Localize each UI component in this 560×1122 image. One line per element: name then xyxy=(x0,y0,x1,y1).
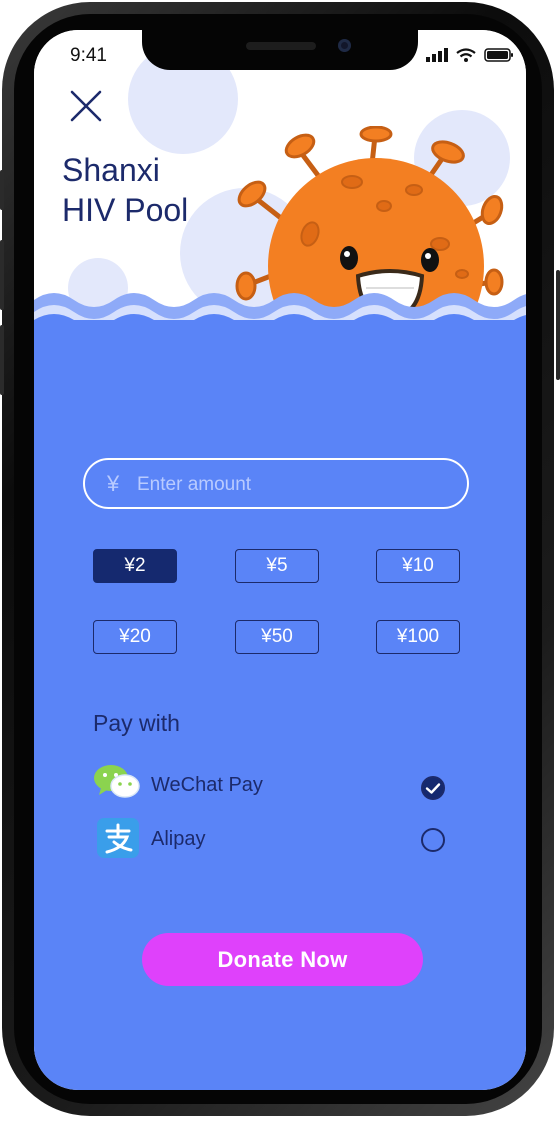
status-time: 9:41 xyxy=(70,45,107,66)
volume-up-button xyxy=(0,240,4,310)
phone-mockup: Shanxi HIV Pool ¥ Enter amount ¥2 ¥5 ¥10… xyxy=(0,0,560,1122)
header-area: Shanxi HIV Pool xyxy=(34,30,526,350)
front-camera xyxy=(338,39,351,52)
amount-option-5[interactable]: ¥5 xyxy=(235,549,319,583)
alipay-label: Alipay xyxy=(151,828,206,850)
amount-input[interactable] xyxy=(135,468,449,502)
donate-now-button[interactable]: Donate Now xyxy=(142,933,423,986)
notch xyxy=(142,30,418,70)
amount-option-50[interactable]: ¥50 xyxy=(235,620,319,654)
wechat-pay-label: WeChat Pay xyxy=(151,774,263,796)
title-line-2: HIV Pool xyxy=(62,192,189,228)
volume-down-button xyxy=(0,325,4,395)
wechat-icon xyxy=(94,765,140,798)
alipay-radio[interactable] xyxy=(421,828,445,852)
speaker-grille xyxy=(246,42,316,50)
amount-option-2[interactable]: ¥2 xyxy=(93,549,177,583)
amount-option-100[interactable]: ¥100 xyxy=(376,620,460,654)
status-icons xyxy=(426,48,514,62)
payment-option-alipay[interactable]: Alipay xyxy=(93,818,453,862)
currency-symbol: ¥ xyxy=(107,471,120,496)
alipay-icon xyxy=(97,818,139,858)
close-icon[interactable] xyxy=(68,88,104,124)
battery-icon xyxy=(484,48,513,62)
pay-with-heading: Pay with xyxy=(93,710,180,736)
amount-option-20[interactable]: ¥20 xyxy=(93,620,177,654)
cellular-signal-icon xyxy=(426,48,448,62)
payment-option-wechat[interactable]: WeChat Pay xyxy=(93,764,453,808)
power-button xyxy=(556,270,560,380)
amount-option-10[interactable]: ¥10 xyxy=(376,549,460,583)
page-title: Shanxi HIV Pool xyxy=(62,150,188,230)
check-icon xyxy=(425,783,441,794)
wechat-pay-radio[interactable] xyxy=(421,776,445,800)
amount-field[interactable]: ¥ xyxy=(83,458,469,509)
title-line-1: Shanxi xyxy=(62,152,160,188)
wifi-icon xyxy=(456,48,476,62)
app-screen: Shanxi HIV Pool ¥ Enter amount ¥2 ¥5 ¥10… xyxy=(34,30,526,1090)
mute-switch xyxy=(0,170,4,210)
